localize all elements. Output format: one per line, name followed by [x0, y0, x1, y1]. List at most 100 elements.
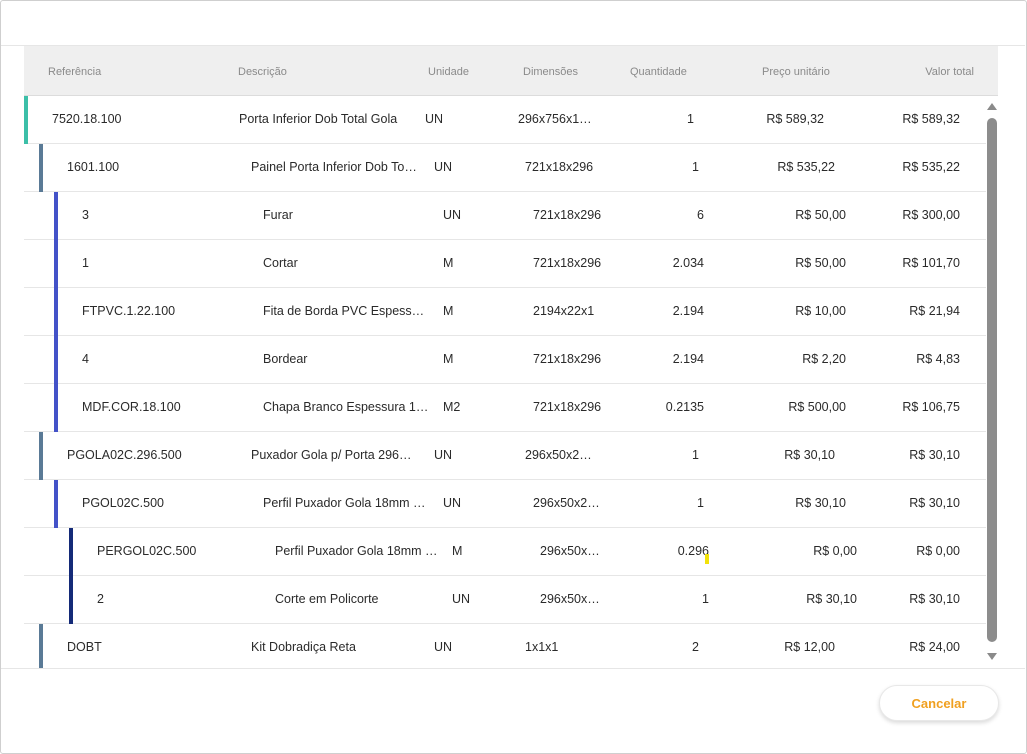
cell-quantidade: 1: [692, 160, 699, 174]
cell-unidade: M2: [443, 400, 461, 414]
scroll-down-icon[interactable]: [987, 653, 997, 660]
cell-dimensoes: 296x756x1…: [518, 112, 592, 126]
cell-preco-unitario: R$ 10,00: [795, 304, 846, 318]
cell-quantidade: 1: [687, 112, 694, 126]
cell-referencia: 7520.18.100: [52, 112, 122, 126]
table-row[interactable]: PGOL02C.500 Perfil Puxador Gola 18mm … UN 2…: [24, 480, 986, 528]
cell-descricao: Perfil Puxador Gola 18mm …: [263, 496, 426, 510]
cell-descricao: Puxador Gola p/ Porta 296…: [251, 448, 412, 462]
cell-descricao: Porta Inferior Dob Total Gola: [239, 112, 398, 126]
header-valor-total[interactable]: Valor total: [925, 46, 974, 96]
cell-valor-total: R$ 101,70: [902, 256, 960, 270]
table-row[interactable]: 1601.100 Painel Porta Inferior Dob To… UN 7…: [24, 144, 986, 192]
cell-referencia: PGOL02C.500: [82, 496, 164, 510]
table-row[interactable]: 3 Furar UN 721x18x296 6 R$ 50,00 R$ 300,00: [24, 192, 986, 240]
cell-preco-unitario: R$ 30,10: [806, 592, 857, 606]
cell-descricao: Kit Dobradiça Reta: [251, 640, 356, 654]
cell-dimensoes: 721x18x296: [533, 256, 602, 270]
cell-referencia: 1601.100: [67, 160, 120, 174]
cell-descricao: Bordear: [263, 352, 308, 366]
cell-preco-unitario: R$ 589,32: [766, 112, 824, 126]
hierarchy-level-bar: [69, 576, 73, 624]
table-body: 7520.18.100 Porta Inferior Dob Total Gola…: [24, 96, 986, 668]
table-row[interactable]: MDF.COR.18.100 Chapa Branco Espessura 1… M…: [24, 384, 986, 432]
cell-referencia: 4: [82, 352, 89, 366]
table-row[interactable]: PERGOL02C.500 Perfil Puxador Gola 18mm … M…: [24, 528, 986, 576]
cell-descricao: Furar: [263, 208, 293, 222]
header-dimensoes[interactable]: Dimensões: [523, 46, 578, 96]
cell-valor-total: R$ 535,22: [902, 160, 960, 174]
header-descricao[interactable]: Descrição: [238, 46, 287, 96]
cell-referencia: 3: [82, 208, 89, 222]
cell-quantidade: 0.2135: [665, 400, 704, 414]
hierarchy-level-bar: [69, 528, 73, 576]
cancel-button[interactable]: Cancelar: [879, 685, 999, 721]
cell-dimensoes: 296x50x…: [540, 592, 600, 606]
cell-dimensoes: 721x18x296: [533, 400, 602, 414]
scrollbar-thumb[interactable]: [987, 118, 997, 642]
cell-dimensoes: 296x50x…: [540, 544, 600, 558]
cell-valor-total: R$ 589,32: [902, 112, 960, 126]
hierarchy-level-bar: [39, 432, 43, 480]
cell-referencia: FTPVC.1.22.100: [82, 304, 176, 318]
cell-descricao: Cortar: [263, 256, 298, 270]
cell-valor-total: R$ 30,10: [909, 448, 960, 462]
cell-preco-unitario: R$ 500,00: [788, 400, 846, 414]
cell-referencia: 1: [82, 256, 89, 270]
cell-unidade: UN: [443, 496, 462, 510]
cell-referencia: MDF.COR.18.100: [82, 400, 181, 414]
cell-dimensoes: 296x50x2…: [525, 448, 592, 462]
cell-referencia: DOBT: [67, 640, 102, 654]
table-row[interactable]: PGOLA02C.296.500 Puxador Gola p/ Porta 29…: [24, 432, 986, 480]
cell-dimensoes: 296x50x2…: [533, 496, 600, 510]
cell-referencia: 2: [97, 592, 104, 606]
hierarchy-level-bar: [54, 192, 58, 240]
cell-quantidade: 0.296: [677, 544, 709, 558]
cursor-marker: [705, 554, 709, 564]
hierarchy-level-bar: [54, 288, 58, 336]
cell-valor-total: R$ 30,10: [909, 592, 960, 606]
cell-unidade: UN: [452, 592, 471, 606]
cell-unidade: M: [443, 256, 454, 270]
cell-dimensoes: 1x1x1: [525, 640, 559, 654]
table-row[interactable]: FTPVC.1.22.100 Fita de Borda PVC Espess… M…: [24, 288, 986, 336]
cell-preco-unitario: R$ 30,10: [784, 448, 835, 462]
vertical-scrollbar[interactable]: [985, 96, 999, 668]
hierarchy-level-bar: [24, 96, 28, 144]
hierarchy-level-bar: [39, 144, 43, 192]
table-row[interactable]: 7520.18.100 Porta Inferior Dob Total Gola…: [24, 96, 986, 144]
table-row[interactable]: DOBT Kit Dobradiça Reta UN 1x1x1 2 R$ 12,00 R$…: [24, 624, 986, 668]
cell-dimensoes: 721x18x296: [525, 160, 594, 174]
cell-valor-total: R$ 300,00: [902, 208, 960, 222]
footer-divider: [1, 668, 1025, 669]
table-row[interactable]: 1 Cortar M 721x18x296 2.034 R$ 50,00 R$ 101,70: [24, 240, 986, 288]
cell-quantidade: 2: [692, 640, 699, 654]
cell-descricao: Fita de Borda PVC Espess…: [263, 304, 425, 318]
cell-unidade: UN: [443, 208, 462, 222]
cell-unidade: M: [443, 304, 454, 318]
cell-preco-unitario: R$ 50,00: [795, 208, 846, 222]
cell-preco-unitario: R$ 30,10: [795, 496, 846, 510]
cell-preco-unitario: R$ 0,00: [813, 544, 857, 558]
cell-valor-total: R$ 4,83: [916, 352, 960, 366]
header-preco-unitario[interactable]: Preço unitário: [762, 46, 830, 96]
cell-unidade: UN: [434, 160, 453, 174]
cell-dimensoes: 2194x22x1: [533, 304, 595, 318]
scroll-up-icon[interactable]: [987, 103, 997, 110]
cell-descricao: Painel Porta Inferior Dob To…: [251, 160, 417, 174]
cell-quantidade: 2.194: [672, 352, 704, 366]
cell-referencia: PGOLA02C.296.500: [67, 448, 182, 462]
table-row[interactable]: 2 Corte em Policorte UN 296x50x… 1 R$ 30,10 R$…: [24, 576, 986, 624]
cell-unidade: UN: [434, 448, 453, 462]
table-row[interactable]: 4 Bordear M 721x18x296 2.194 R$ 2,20 R$ 4,83: [24, 336, 986, 384]
cell-valor-total: R$ 30,10: [909, 496, 960, 510]
cell-descricao: Corte em Policorte: [275, 592, 379, 606]
cell-unidade: UN: [425, 112, 444, 126]
cell-unidade: M: [443, 352, 454, 366]
hierarchy-level-bar: [39, 624, 43, 668]
hierarchy-level-bar: [54, 384, 58, 432]
header-quantidade[interactable]: Quantidade: [630, 46, 687, 96]
header-referencia[interactable]: Referência: [48, 46, 101, 96]
header-unidade[interactable]: Unidade: [428, 46, 469, 96]
cell-quantidade: 2.034: [672, 256, 704, 270]
